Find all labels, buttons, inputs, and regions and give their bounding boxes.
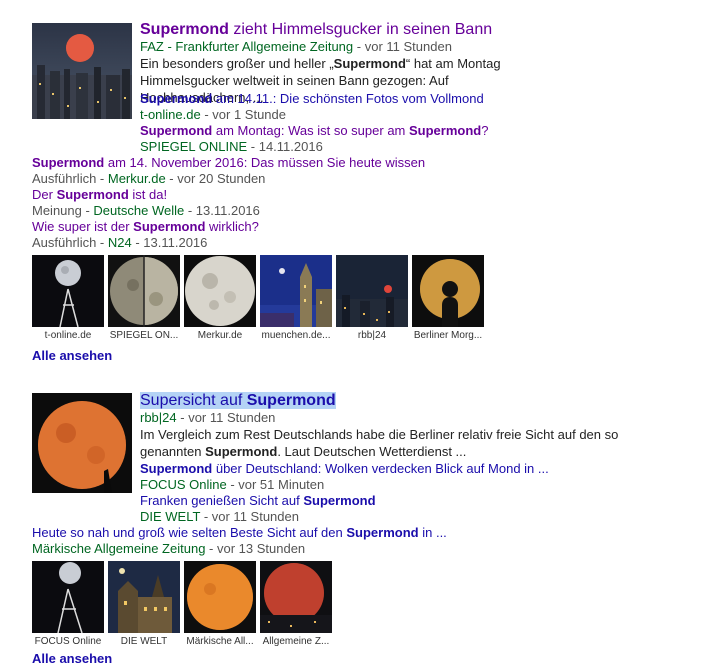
thumbnail-caption: Märkische All... [186, 636, 254, 647]
result-title-rbb[interactable]: Supersicht auf Supermond [140, 391, 336, 411]
see-all-link[interactable]: Alle ansehen [32, 348, 112, 363]
thumbnail-caption: SPIEGEL ON... [109, 330, 179, 341]
image-thumbnail[interactable] [32, 561, 104, 633]
thumbnail-caption: Allgemeine Z... [262, 636, 330, 647]
more-article-source: Ausführlich - N24 - 13.11.2016 [32, 235, 208, 250]
result-thumbnail-rbb[interactable] [32, 393, 132, 493]
more-article-link[interactable]: Wie super ist der Supermond wirklich? [32, 219, 259, 235]
sub-article-source: SPIEGEL ONLINE - 14.11.2016 [140, 139, 323, 154]
sub-article-link[interactable]: Franken genießen Sicht auf Supermond [140, 493, 376, 509]
more-article-link[interactable]: Supermond am 14. November 2016: Das müss… [32, 155, 425, 171]
image-thumbnail[interactable] [260, 255, 332, 327]
thumbnail-caption: FOCUS Online [34, 636, 102, 647]
thumbnail-caption: muenchen.de... [261, 330, 331, 341]
thumbnail-caption: DIE WELT [120, 636, 168, 647]
thumbnail-caption: Berliner Morg... [413, 330, 483, 341]
image-thumbnail[interactable] [108, 561, 180, 633]
image-thumbnail[interactable] [184, 561, 256, 633]
sub-article-source: FOCUS Online - vor 51 Minuten [140, 477, 325, 492]
image-thumbnail[interactable] [260, 561, 332, 633]
result-source-rbb: rbb|24 - vor 11 Stunden [140, 410, 276, 425]
more-article-source: Ausführlich - Merkur.de - vor 20 Stunden [32, 171, 266, 186]
sub-article-source: t-online.de - vor 1 Stunde [140, 107, 286, 122]
thumbnail-caption: Merkur.de [197, 330, 243, 341]
more-article-link[interactable]: Heute so nah und groß wie selten Beste S… [32, 525, 447, 541]
image-thumbnail[interactable] [336, 255, 408, 327]
see-all-link[interactable]: Alle ansehen [32, 651, 112, 666]
result-snippet-rbb: Im Vergleich zum Rest Deutschlands habe … [140, 427, 619, 459]
more-article-source: Märkische Allgemeine Zeitung - vor 13 St… [32, 541, 306, 556]
result-source-faz: FAZ - Frankfurter Allgemeine Zeitung - v… [140, 39, 452, 54]
image-thumbnail[interactable] [412, 255, 484, 327]
result-title-faz[interactable]: Supermond zieht Himmelsgucker in seinen … [140, 20, 492, 40]
sub-article-link[interactable]: Supermond am 14.11.: Die schönsten Fotos… [140, 91, 484, 107]
result-thumbnail-faz[interactable] [32, 23, 132, 119]
image-thumbnail[interactable] [108, 255, 180, 327]
thumbnail-caption: t-online.de [44, 330, 92, 341]
more-article-source: Meinung - Deutsche Welle - 13.11.2016 [32, 203, 260, 218]
thumbnail-caption: rbb|24 [357, 330, 387, 341]
more-article-link[interactable]: Der Supermond ist da! [32, 187, 167, 203]
sub-article-link[interactable]: Supermond über Deutschland: Wolken verde… [140, 461, 549, 477]
sub-article-link[interactable]: Supermond am Montag: Was ist so super am… [140, 123, 488, 139]
sub-article-source: DIE WELT - vor 11 Stunden [140, 509, 299, 524]
image-thumbnail[interactable] [32, 255, 104, 327]
image-thumbnail[interactable] [184, 255, 256, 327]
